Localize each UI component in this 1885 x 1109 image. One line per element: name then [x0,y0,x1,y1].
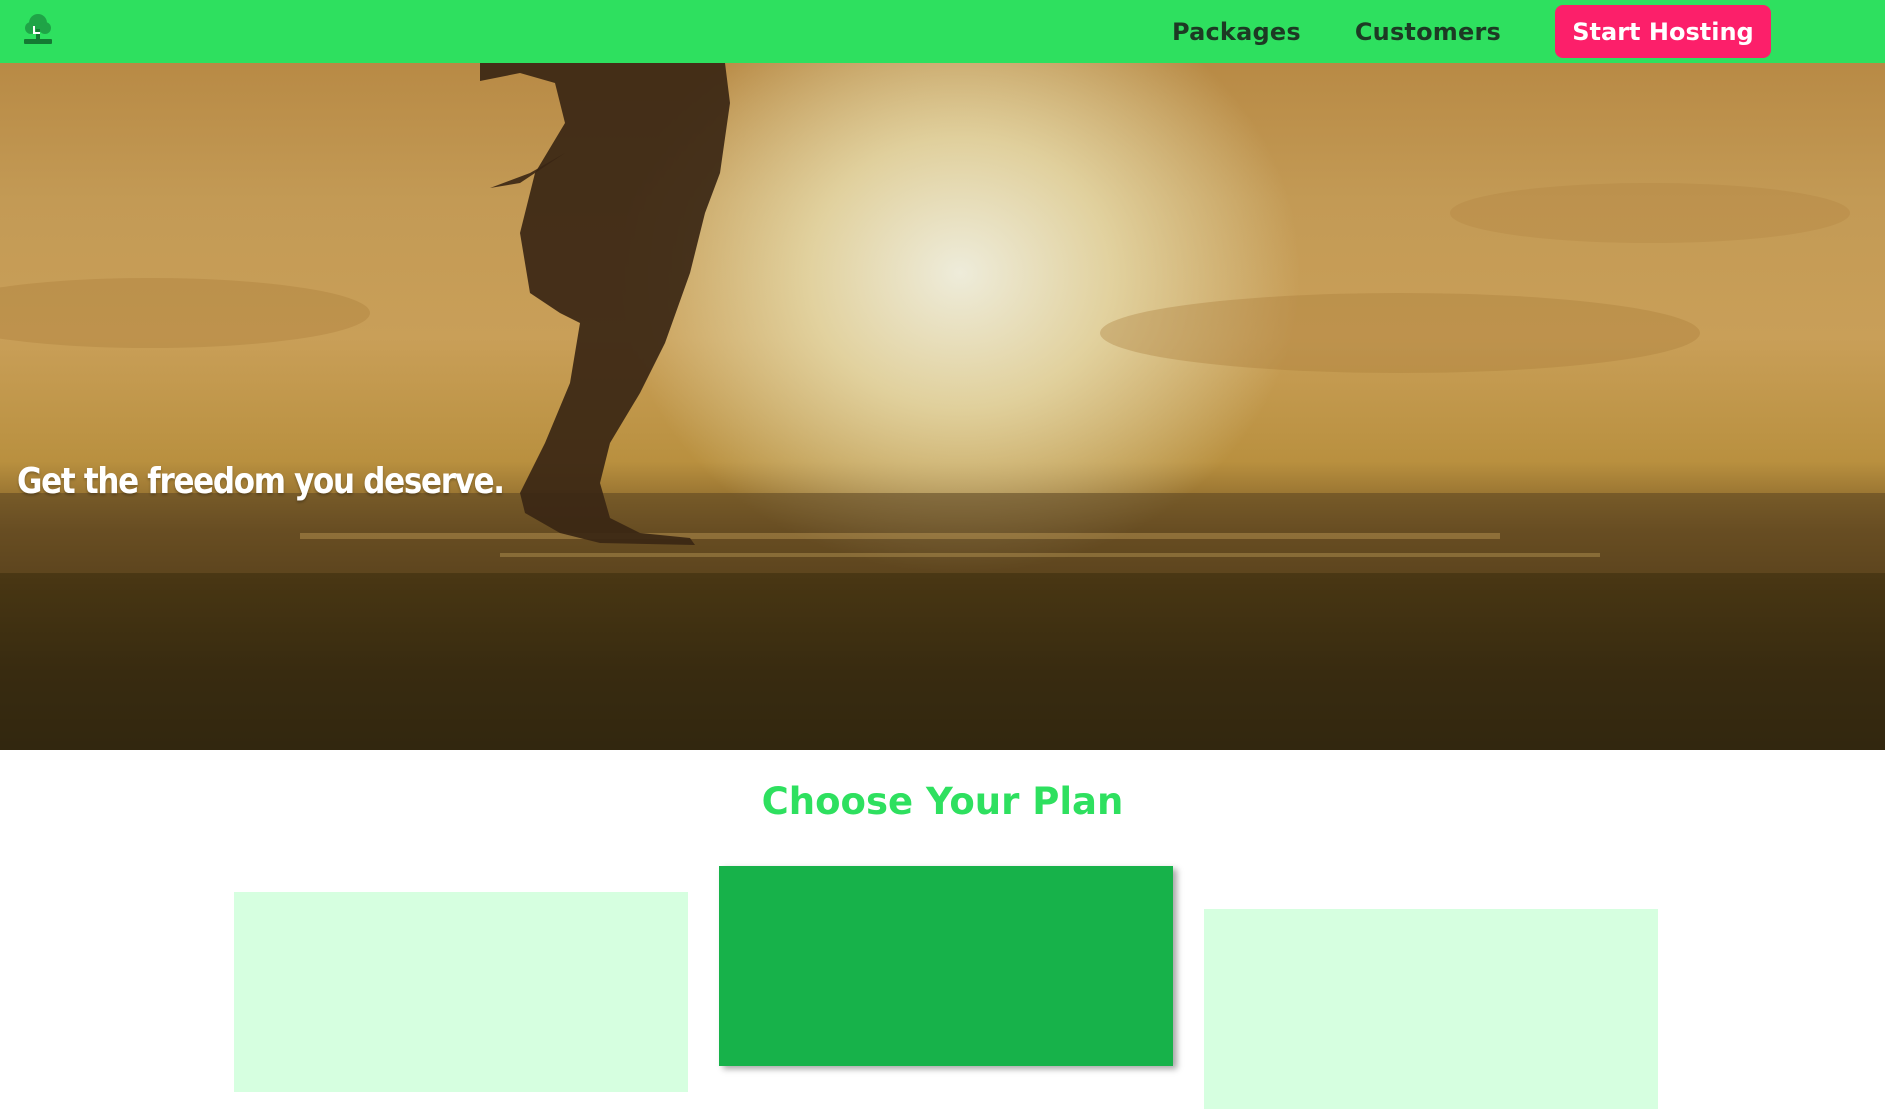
hero-banner: Get the freedom you deserve. [0,63,1885,750]
plan-card-premium[interactable] [1204,909,1658,1109]
top-navbar: Packages Customers Start Hosting [0,0,1885,63]
nav-link-packages[interactable]: Packages [1172,18,1301,46]
plan-card-basic[interactable] [234,892,688,1092]
nav-links: Packages Customers Start Hosting [1172,0,1885,63]
tree-logo-icon[interactable] [20,11,56,47]
plan-card-featured[interactable] [719,866,1173,1066]
hero-sunset-image [0,63,1885,750]
start-hosting-button[interactable]: Start Hosting [1555,5,1771,58]
hero-headline: Get the freedom you deserve. [17,461,505,502]
plans-title: Choose Your Plan [761,780,1124,823]
nav-link-customers[interactable]: Customers [1355,18,1501,46]
